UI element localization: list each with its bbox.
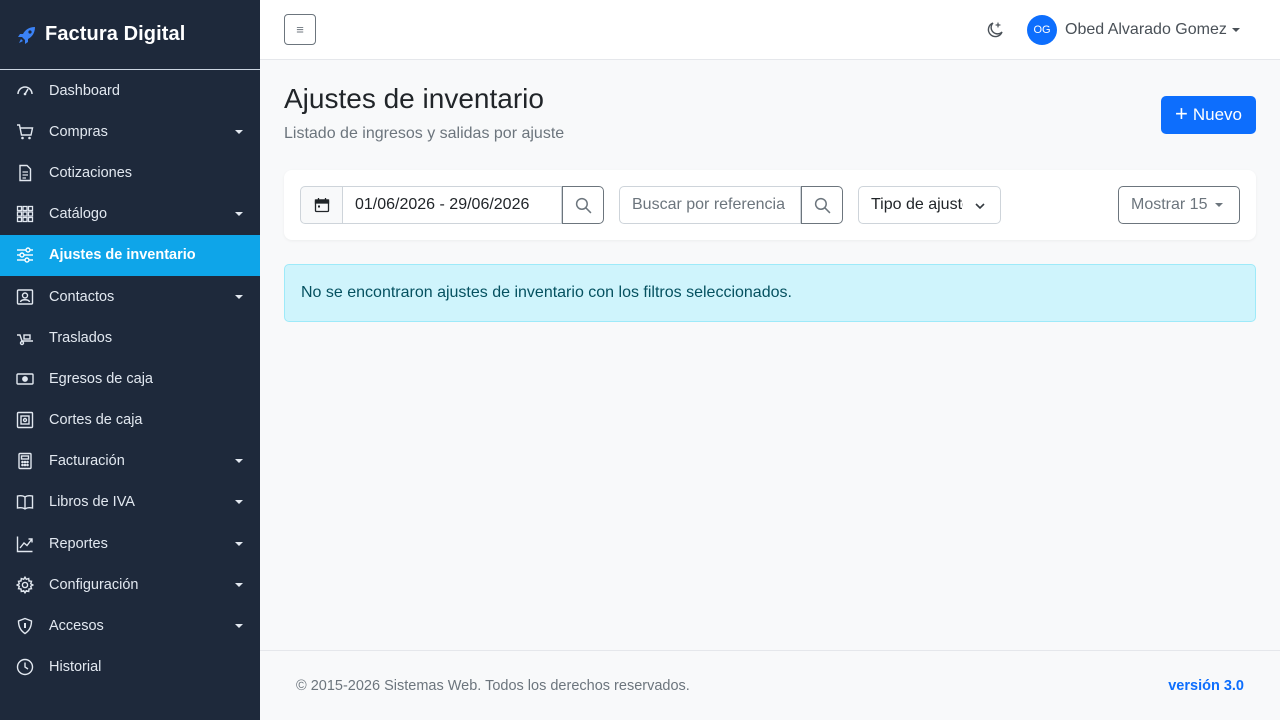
new-button-label: Nuevo [1192,105,1242,124]
sidebar-item-configuracion[interactable]: Configuración [0,564,260,605]
sidebar-item-label: Traslados [49,329,113,346]
rocket-icon [17,25,37,45]
filter-card: 01/06/2026 - 29/06/2026 Buscar por refer… [284,170,1256,240]
sidebar-item-reportes[interactable]: Reportes [0,523,260,564]
sidebar-item-label: Libros de IVA [49,494,135,511]
brand-name: Factura Digital [45,23,186,45]
sidebar-item-historial[interactable]: Historial [0,647,260,688]
tipo-ajuste-label: Tipo de ajuste [871,196,963,213]
sidebar: Factura Digital Dashboard Compras Cotiza… [0,0,260,720]
chevron-down-icon [1231,28,1240,32]
reference-search-input[interactable]: Buscar por referencia [619,186,801,224]
mostrar-dropdown[interactable]: Mostrar 15 [1118,186,1240,224]
sidebar-item-catalogo[interactable]: Catálogo [0,194,260,235]
chevron-down-icon [235,294,243,299]
sidebar-item-label: Ajustes de inventario [49,247,196,264]
sidebar-item-label: Compras [49,123,108,140]
sidebar-item-label: Dashboard [49,82,120,99]
chevron-down-icon [235,582,243,587]
sidebar-item-label: Cortes de caja [49,412,143,429]
reference-search-button[interactable] [801,186,843,224]
sidebar-item-dashboard[interactable]: Dashboard [0,70,260,111]
sidebar-item-libros-iva[interactable]: Libros de IVA [0,482,260,523]
chevron-down-icon [235,129,243,134]
sidebar-item-traslados[interactable]: Traslados [0,317,260,358]
grid-icon [16,205,34,223]
graph-up-icon [16,535,34,553]
sliders-icon [16,246,34,264]
sidebar-item-label: Cotizaciones [49,164,133,181]
sidebar-nav: Dashboard Compras Cotizaciones Catálogo … [0,70,260,688]
gear-icon [16,575,34,594]
mostrar-label: Mostrar 15 [1131,196,1208,213]
topbar: ≡ OG Obed Alvarado Gomez [260,0,1280,60]
chevron-down-icon [235,212,243,217]
shield-icon [16,617,34,635]
sidebar-toggle-button[interactable]: ≡ [284,14,316,45]
chevron-down-icon [235,624,243,629]
cash-icon [16,370,34,388]
clock-icon [16,658,34,676]
dolly-icon [16,329,34,347]
book-icon [16,493,34,511]
chevron-down-icon [235,541,243,546]
speedometer-icon [16,82,34,100]
calendar-button[interactable] [300,186,342,224]
sidebar-item-contactos[interactable]: Contactos [0,276,260,317]
reference-search-group: Buscar por referencia [619,186,843,224]
sidebar-item-label: Configuración [49,576,139,593]
sidebar-item-cortes-caja[interactable]: Cortes de caja [0,400,260,441]
search-icon [575,197,591,213]
menu-icon: ≡ [296,22,304,37]
calendar-icon [314,198,329,213]
sidebar-item-compras[interactable]: Compras [0,111,260,152]
cart-icon [16,123,34,141]
user-menu[interactable]: OG Obed Alvarado Gomez [1027,15,1240,45]
sidebar-item-label: Historial [49,659,102,676]
avatar: OG [1027,15,1057,45]
tipo-ajuste-select[interactable]: Tipo de ajuste [858,186,1001,224]
sidebar-item-cotizaciones[interactable]: Cotizaciones [0,152,260,193]
chevron-down-icon [975,203,985,210]
search-icon [814,197,830,213]
chevron-down-icon [1215,203,1224,207]
document-icon [16,164,34,182]
moon-stars-icon[interactable] [985,20,1005,40]
calculator-icon [16,452,34,470]
plus-icon: + [1175,101,1188,126]
sidebar-item-label: Accesos [49,618,104,635]
contact-card-icon [16,288,34,306]
sidebar-item-accesos[interactable]: Accesos [0,605,260,646]
date-range-group: 01/06/2026 - 29/06/2026 [300,186,604,224]
page-title: Ajustes de inventario [284,83,544,114]
sidebar-item-ajustes-inventario[interactable]: Ajustes de inventario [0,234,260,276]
sidebar-item-facturacion[interactable]: Facturación [0,441,260,482]
chevron-down-icon [235,500,243,505]
safe-icon [16,411,34,429]
sidebar-item-label: Facturación [49,453,125,470]
date-search-button[interactable] [562,186,604,224]
date-range-input[interactable]: 01/06/2026 - 29/06/2026 [342,186,562,224]
page-subtitle: Listado de ingresos y salidas por ajuste [284,125,565,142]
sidebar-item-label: Catálogo [49,206,108,223]
brand[interactable]: Factura Digital [0,0,260,70]
sidebar-item-label: Contactos [49,288,115,305]
chevron-down-icon [235,459,243,464]
sidebar-item-label: Reportes [49,535,108,552]
copyright-text: © 2015-2026 Sistemas Web. Todos los dere… [296,678,690,694]
empty-results-alert: No se encontraron ajustes de inventario … [284,264,1256,322]
sidebar-item-egresos-caja[interactable]: Egresos de caja [0,358,260,399]
sidebar-item-label: Egresos de caja [49,370,153,387]
footer: © 2015-2026 Sistemas Web. Todos los dere… [260,650,1280,720]
version-text: versión 3.0 [1168,678,1244,694]
new-button[interactable]: + Nuevo [1161,96,1256,134]
user-name: Obed Alvarado Gomez [1065,21,1227,38]
